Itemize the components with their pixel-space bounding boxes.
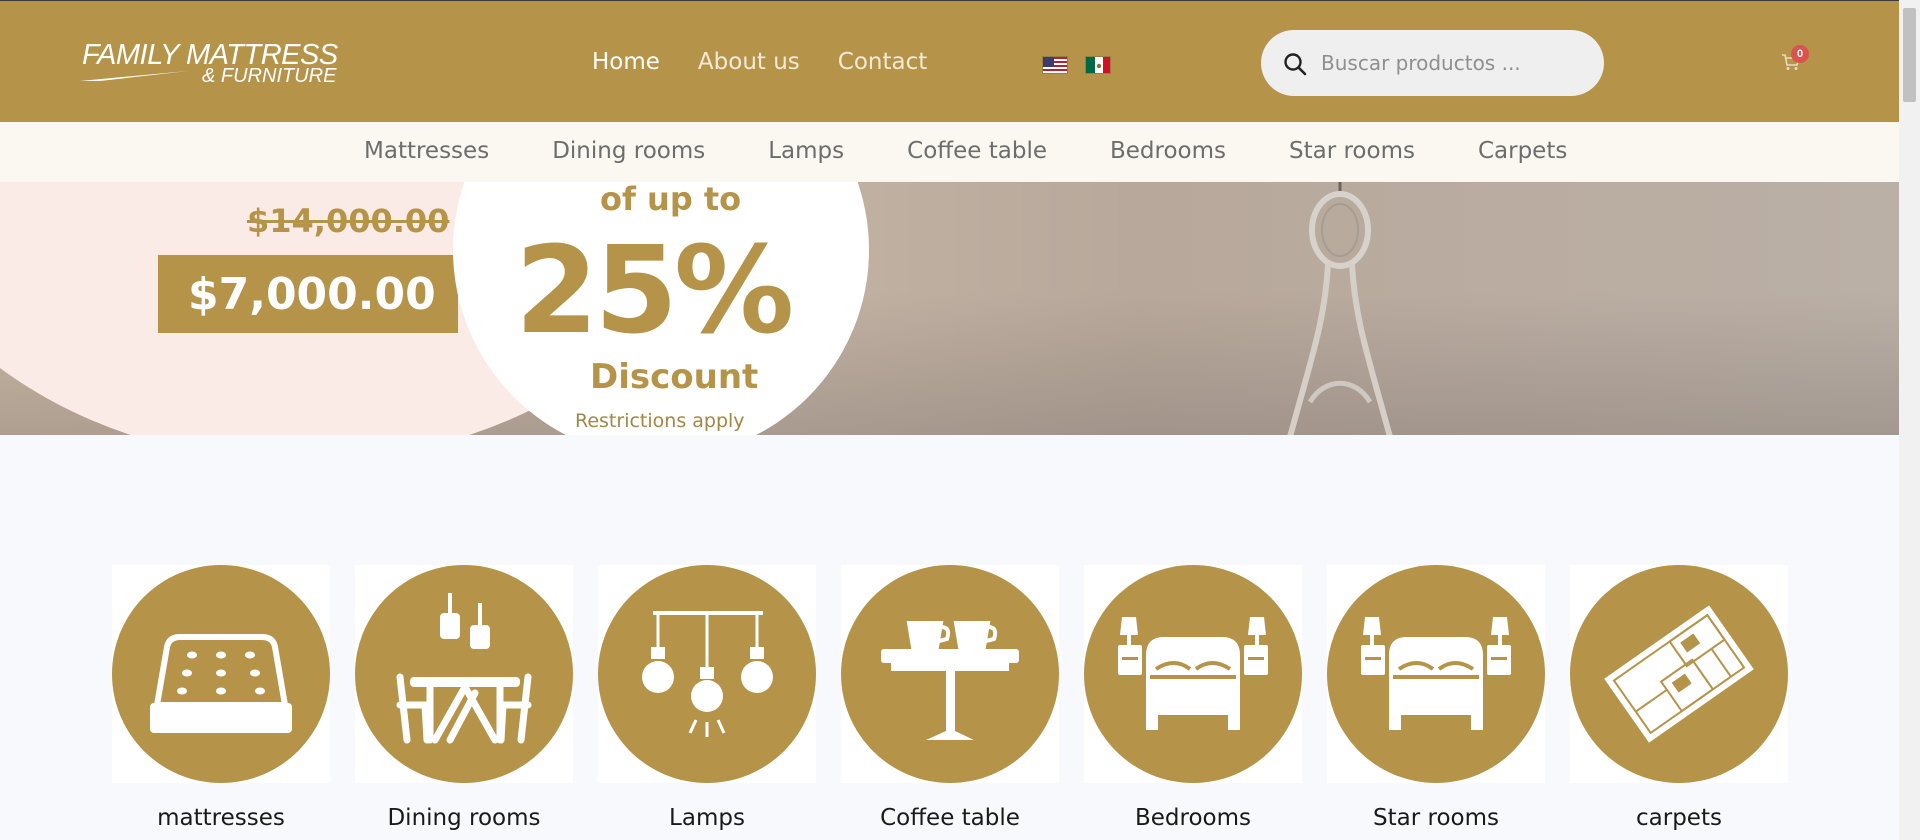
- site-header: FAMILY MATTRESS & FURNITURE Home About u…: [0, 0, 1899, 122]
- banner-discount-percent: 25%: [515, 222, 794, 361]
- dining-room-icon: [355, 565, 573, 783]
- nav-about-us[interactable]: About us: [698, 49, 800, 75]
- nav-home[interactable]: Home: [592, 49, 660, 75]
- category-card-coffee-table[interactable]: Coffee table: [841, 565, 1059, 831]
- language-switcher: [1042, 56, 1111, 74]
- category-nav-dining-rooms[interactable]: Dining rooms: [552, 138, 705, 164]
- search-icon[interactable]: [1283, 52, 1307, 76]
- category-label: Lamps: [669, 805, 745, 831]
- mattress-icon: [112, 565, 330, 783]
- category-label: Coffee table: [880, 805, 1020, 831]
- category-card-mattresses[interactable]: mattresses: [112, 565, 330, 831]
- us-flag-icon[interactable]: [1042, 56, 1068, 74]
- category-label: Star rooms: [1373, 805, 1499, 831]
- page-scrollbar[interactable]: [1899, 0, 1920, 840]
- banner-restrictions-note: Restrictions apply: [575, 410, 745, 432]
- search-input[interactable]: [1321, 48, 1581, 78]
- category-card-star-rooms[interactable]: Star rooms: [1327, 565, 1545, 831]
- category-nav-star-rooms[interactable]: Star rooms: [1289, 138, 1415, 164]
- banner-price-box: $7,000.00: [158, 255, 458, 333]
- category-label: Dining rooms: [387, 805, 541, 831]
- category-nav: Mattresses Dining rooms Lamps Coffee tab…: [0, 122, 1899, 182]
- bedroom-icon: [1084, 565, 1302, 783]
- category-card-carpets[interactable]: carpets: [1570, 565, 1788, 831]
- category-nav-lamps[interactable]: Lamps: [768, 138, 844, 164]
- category-nav-mattresses[interactable]: Mattresses: [364, 138, 489, 164]
- category-card-bedrooms[interactable]: Bedrooms: [1084, 565, 1302, 831]
- banner-new-price: $7,000.00: [188, 269, 436, 320]
- category-label: Bedrooms: [1134, 805, 1251, 831]
- lamps-icon: [598, 565, 816, 783]
- category-label: carpets: [1636, 805, 1722, 831]
- star-room-icon: [1327, 565, 1545, 783]
- category-card-lamps[interactable]: Lamps: [598, 565, 816, 831]
- banner-discount-label: Discount: [590, 357, 759, 397]
- logo-line2: & FURNITURE: [202, 65, 337, 87]
- category-card-dining-rooms[interactable]: Dining rooms: [355, 565, 573, 831]
- search-bar: [1261, 30, 1604, 96]
- category-label: mattresses: [157, 805, 285, 831]
- scrollbar-thumb[interactable]: [1903, 8, 1916, 102]
- category-nav-carpets[interactable]: Carpets: [1478, 138, 1567, 164]
- promo-banner[interactable]: $14,000.00 $7,000.00 of up to 25% Discou…: [0, 182, 1899, 435]
- lamp-image: [1287, 182, 1393, 435]
- cart-count-badge: 0: [1791, 45, 1809, 63]
- banner-up-to: of up to: [600, 182, 742, 218]
- banner-old-price: $14,000.00: [247, 202, 450, 240]
- coffee-table-icon: [841, 565, 1059, 783]
- logo-swoosh-icon: [80, 71, 188, 81]
- category-grid: mattresses Dining rooms Lamps Coffee tab…: [112, 565, 1788, 831]
- category-nav-bedrooms[interactable]: Bedrooms: [1110, 138, 1226, 164]
- category-nav-coffee-table[interactable]: Coffee table: [907, 138, 1047, 164]
- carpet-icon: [1570, 565, 1788, 783]
- mexico-flag-icon[interactable]: [1085, 56, 1111, 74]
- site-logo[interactable]: FAMILY MATTRESS & FURNITURE: [80, 39, 340, 89]
- cart-button[interactable]: 0: [1781, 45, 1809, 76]
- nav-contact[interactable]: Contact: [838, 49, 927, 75]
- main-nav: Home About us Contact: [592, 49, 927, 75]
